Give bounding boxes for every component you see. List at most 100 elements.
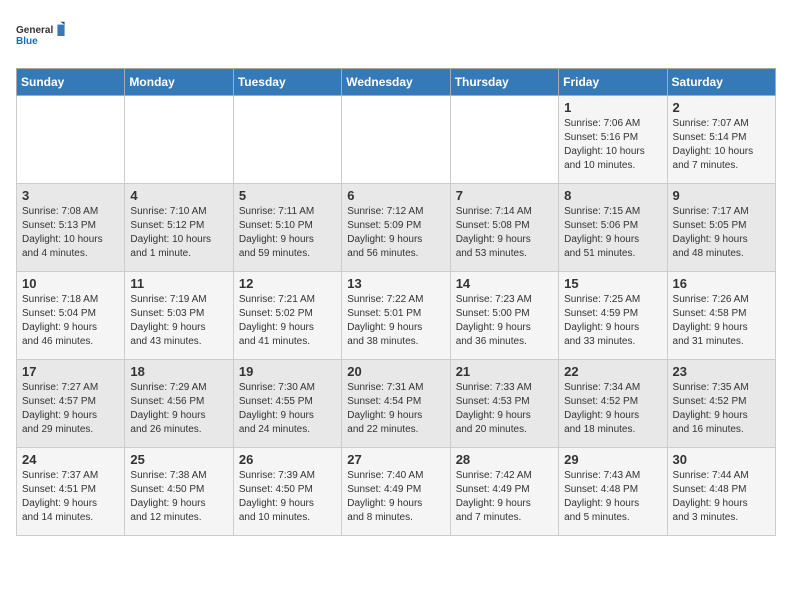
calendar-cell: 26Sunrise: 7:39 AM Sunset: 4:50 PM Dayli… xyxy=(233,448,341,536)
day-info: Sunrise: 7:40 AM Sunset: 4:49 PM Dayligh… xyxy=(347,469,444,525)
day-number: 15 xyxy=(564,276,661,291)
day-info: Sunrise: 7:42 AM Sunset: 4:49 PM Dayligh… xyxy=(456,469,553,525)
day-info: Sunrise: 7:14 AM Sunset: 5:08 PM Dayligh… xyxy=(456,205,553,261)
calendar-cell: 21 Sunrise: 7:33 AM Sunset: 4:53 PM Dayli… xyxy=(450,360,558,448)
day-number: 26 xyxy=(239,452,336,467)
calendar-cell: 13 Sunrise: 7:22 AM Sunset: 5:01 PM Dayli… xyxy=(342,272,450,360)
day-number: 8 xyxy=(564,188,661,203)
calendar-body: 1 Sunrise: 7:06 AM Sunset: 5:16 PM Daylig… xyxy=(17,96,776,536)
day-number: 24 xyxy=(22,452,119,467)
day-number: 19 xyxy=(239,364,336,379)
day-number: 21 xyxy=(456,364,553,379)
day-info: Sunrise: 7:35 AM Sunset: 4:52 PM Dayligh… xyxy=(673,381,770,437)
calendar-cell xyxy=(233,96,341,184)
calendar-cell: 12 Sunrise: 7:21 AM Sunset: 5:02 PM Dayli… xyxy=(233,272,341,360)
calendar-cell: 30 Sunrise: 7:44 AM Sunset: 4:48 PM Dayli… xyxy=(667,448,775,536)
calendar-week-1: 1 Sunrise: 7:06 AM Sunset: 5:16 PM Daylig… xyxy=(17,96,776,184)
day-number: 5 xyxy=(239,188,336,203)
weekday-header-saturday: Saturday xyxy=(667,69,775,96)
calendar-cell xyxy=(450,96,558,184)
calendar-cell: 19Sunrise: 7:30 AM Sunset: 4:55 PM Dayli… xyxy=(233,360,341,448)
day-number: 9 xyxy=(673,188,770,203)
day-info: Sunrise: 7:07 AM Sunset: 5:14 PM Dayligh… xyxy=(673,117,770,173)
weekday-header-sunday: Sunday xyxy=(17,69,125,96)
calendar-cell: 27 Sunrise: 7:40 AM Sunset: 4:49 PM Dayli… xyxy=(342,448,450,536)
calendar-cell: 7 Sunrise: 7:14 AM Sunset: 5:08 PM Daylig… xyxy=(450,184,558,272)
calendar-cell: 14 Sunrise: 7:23 AM Sunset: 5:00 PM Dayli… xyxy=(450,272,558,360)
day-info: Sunrise: 7:44 AM Sunset: 4:48 PM Dayligh… xyxy=(673,469,770,525)
calendar-week-5: 24 Sunrise: 7:37 AM Sunset: 4:51 PM Dayli… xyxy=(17,448,776,536)
calendar-cell: 18 Sunrise: 7:29 AM Sunset: 4:56 PM Dayli… xyxy=(125,360,233,448)
day-number: 22 xyxy=(564,364,661,379)
day-info: Sunrise: 7:33 AM Sunset: 4:53 PM Dayligh… xyxy=(456,381,553,437)
day-info: Sunrise: 7:23 AM Sunset: 5:00 PM Dayligh… xyxy=(456,293,553,349)
day-info: Sunrise: 7:17 AM Sunset: 5:05 PM Dayligh… xyxy=(673,205,770,261)
day-info: Sunrise: 7:10 AM Sunset: 5:12 PM Dayligh… xyxy=(130,205,227,261)
calendar-cell: 15 Sunrise: 7:25 AM Sunset: 4:59 PM Dayli… xyxy=(559,272,667,360)
calendar-cell: 29Sunrise: 7:43 AM Sunset: 4:48 PM Dayli… xyxy=(559,448,667,536)
day-number: 18 xyxy=(130,364,227,379)
day-number: 14 xyxy=(456,276,553,291)
day-number: 27 xyxy=(347,452,444,467)
day-info: Sunrise: 7:06 AM Sunset: 5:16 PM Dayligh… xyxy=(564,117,661,173)
day-info: Sunrise: 7:22 AM Sunset: 5:01 PM Dayligh… xyxy=(347,293,444,349)
day-number: 10 xyxy=(22,276,119,291)
calendar-cell: 17 Sunrise: 7:27 AM Sunset: 4:57 PM Dayli… xyxy=(17,360,125,448)
day-info: Sunrise: 7:37 AM Sunset: 4:51 PM Dayligh… xyxy=(22,469,119,525)
day-number: 6 xyxy=(347,188,444,203)
calendar-cell: 9 Sunrise: 7:17 AM Sunset: 5:05 PM Daylig… xyxy=(667,184,775,272)
day-info: Sunrise: 7:31 AM Sunset: 4:54 PM Dayligh… xyxy=(347,381,444,437)
day-info: Sunrise: 7:27 AM Sunset: 4:57 PM Dayligh… xyxy=(22,381,119,437)
day-number: 16 xyxy=(673,276,770,291)
calendar-cell xyxy=(125,96,233,184)
calendar-cell: 8 Sunrise: 7:15 AM Sunset: 5:06 PM Daylig… xyxy=(559,184,667,272)
calendar-cell: 23 Sunrise: 7:35 AM Sunset: 4:52 PM Dayli… xyxy=(667,360,775,448)
page-header: General Blue xyxy=(16,16,776,56)
calendar-cell: 2 Sunrise: 7:07 AM Sunset: 5:14 PM Daylig… xyxy=(667,96,775,184)
weekday-header-monday: Monday xyxy=(125,69,233,96)
day-info: Sunrise: 7:21 AM Sunset: 5:02 PM Dayligh… xyxy=(239,293,336,349)
day-number: 1 xyxy=(564,100,661,115)
weekday-header-thursday: Thursday xyxy=(450,69,558,96)
day-number: 7 xyxy=(456,188,553,203)
logo-svg: General Blue xyxy=(16,16,66,56)
day-number: 17 xyxy=(22,364,119,379)
calendar-cell: 22 Sunrise: 7:34 AM Sunset: 4:52 PM Dayli… xyxy=(559,360,667,448)
day-number: 3 xyxy=(22,188,119,203)
calendar-cell: 20Sunrise: 7:31 AM Sunset: 4:54 PM Dayli… xyxy=(342,360,450,448)
day-info: Sunrise: 7:18 AM Sunset: 5:04 PM Dayligh… xyxy=(22,293,119,349)
day-info: Sunrise: 7:38 AM Sunset: 4:50 PM Dayligh… xyxy=(130,469,227,525)
calendar-cell: 10 Sunrise: 7:18 AM Sunset: 5:04 PM Dayli… xyxy=(17,272,125,360)
calendar-cell xyxy=(17,96,125,184)
day-info: Sunrise: 7:43 AM Sunset: 4:48 PM Dayligh… xyxy=(564,469,661,525)
svg-text:Blue: Blue xyxy=(16,36,38,47)
day-info: Sunrise: 7:29 AM Sunset: 4:56 PM Dayligh… xyxy=(130,381,227,437)
weekday-header-wednesday: Wednesday xyxy=(342,69,450,96)
day-info: Sunrise: 7:25 AM Sunset: 4:59 PM Dayligh… xyxy=(564,293,661,349)
day-number: 12 xyxy=(239,276,336,291)
svg-text:General: General xyxy=(16,25,53,36)
calendar-cell: 5 Sunrise: 7:11 AM Sunset: 5:10 PM Daylig… xyxy=(233,184,341,272)
day-number: 4 xyxy=(130,188,227,203)
calendar-cell: 1 Sunrise: 7:06 AM Sunset: 5:16 PM Daylig… xyxy=(559,96,667,184)
day-number: 13 xyxy=(347,276,444,291)
day-info: Sunrise: 7:34 AM Sunset: 4:52 PM Dayligh… xyxy=(564,381,661,437)
day-number: 2 xyxy=(673,100,770,115)
calendar-week-4: 17 Sunrise: 7:27 AM Sunset: 4:57 PM Dayli… xyxy=(17,360,776,448)
day-number: 25 xyxy=(130,452,227,467)
calendar-week-2: 3Sunrise: 7:08 AM Sunset: 5:13 PM Daylig… xyxy=(17,184,776,272)
day-info: Sunrise: 7:26 AM Sunset: 4:58 PM Dayligh… xyxy=(673,293,770,349)
day-info: Sunrise: 7:19 AM Sunset: 5:03 PM Dayligh… xyxy=(130,293,227,349)
day-info: Sunrise: 7:12 AM Sunset: 5:09 PM Dayligh… xyxy=(347,205,444,261)
calendar-cell: 28 Sunrise: 7:42 AM Sunset: 4:49 PM Dayli… xyxy=(450,448,558,536)
logo: General Blue xyxy=(16,16,66,56)
day-number: 23 xyxy=(673,364,770,379)
day-number: 30 xyxy=(673,452,770,467)
calendar-cell xyxy=(342,96,450,184)
day-number: 11 xyxy=(130,276,227,291)
day-info: Sunrise: 7:11 AM Sunset: 5:10 PM Dayligh… xyxy=(239,205,336,261)
day-number: 28 xyxy=(456,452,553,467)
day-info: Sunrise: 7:15 AM Sunset: 5:06 PM Dayligh… xyxy=(564,205,661,261)
calendar-cell: 4 Sunrise: 7:10 AM Sunset: 5:12 PM Daylig… xyxy=(125,184,233,272)
calendar-cell: 3Sunrise: 7:08 AM Sunset: 5:13 PM Daylig… xyxy=(17,184,125,272)
